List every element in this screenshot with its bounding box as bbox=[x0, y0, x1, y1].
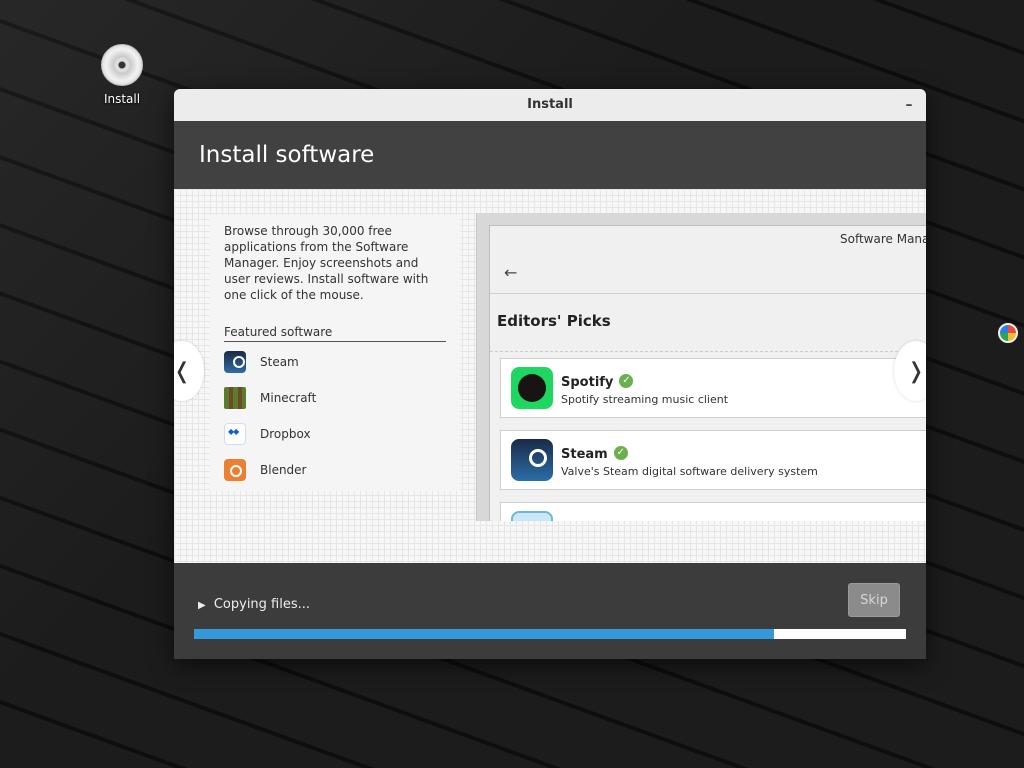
software-manager-window: Software Manager ← Editors' Picks Spotif… bbox=[489, 225, 926, 521]
previous-slide-button[interactable]: ❬ bbox=[174, 341, 204, 401]
progress-bar bbox=[194, 629, 906, 639]
status-row[interactable]: ▶ Copying files... bbox=[198, 597, 310, 612]
slide-description: Browse through 30,000 free applications … bbox=[224, 224, 429, 302]
installer-window: Install – Install software Browse throug… bbox=[174, 89, 926, 659]
progress-fill bbox=[194, 629, 775, 639]
desktop-install-icon[interactable]: Install bbox=[96, 44, 148, 106]
featured-item-label: Steam bbox=[260, 355, 299, 369]
featured-list: Steam Minecraft Dropbox Blender bbox=[210, 344, 460, 488]
card-name: Spotify bbox=[561, 374, 614, 390]
blender-icon bbox=[224, 459, 246, 481]
minecraft-icon bbox=[224, 387, 246, 409]
dropbox-icon bbox=[224, 423, 246, 445]
skip-button[interactable]: Skip bbox=[848, 583, 900, 617]
featured-item-label: Blender bbox=[260, 463, 307, 477]
app-card-steam: Steam ✓ Valve's Steam digital software de… bbox=[500, 430, 926, 490]
app-card-partial bbox=[500, 502, 926, 521]
featured-item-dropbox: Dropbox bbox=[210, 416, 460, 452]
preview-window-title: Software Manager bbox=[840, 232, 926, 246]
spotify-icon bbox=[511, 367, 553, 409]
page-title: Install software bbox=[199, 142, 375, 168]
card-description: Valve's Steam digital software delivery … bbox=[561, 464, 818, 478]
desktop-icon-label: Install bbox=[103, 92, 141, 106]
status-text: Copying files... bbox=[213, 597, 311, 612]
slideshow: Browse through 30,000 free applications … bbox=[174, 189, 926, 563]
back-arrow-icon: ← bbox=[504, 263, 518, 282]
featured-item-minecraft: Minecraft bbox=[210, 380, 460, 416]
check-icon: ✓ bbox=[619, 374, 634, 388]
title-bar[interactable]: Install – bbox=[174, 89, 926, 121]
tray-indicator-icon[interactable] bbox=[998, 323, 1018, 343]
slide-info-panel: Browse through 30,000 free applications … bbox=[210, 215, 460, 491]
steam-icon bbox=[511, 439, 553, 481]
app-card-spotify: Spotify ✓ Spotify streaming music client bbox=[500, 358, 926, 418]
featured-item-blender: Blender bbox=[210, 452, 460, 488]
install-progress-footer: ▶ Copying files... Skip bbox=[174, 563, 926, 659]
expand-arrow-icon[interactable]: ▶ bbox=[198, 600, 206, 611]
page-header: Install software bbox=[174, 121, 926, 189]
card-name: Steam bbox=[561, 446, 608, 462]
window-title: Install bbox=[527, 97, 573, 112]
app-icon bbox=[511, 511, 553, 521]
card-description: Spotify streaming music client bbox=[561, 392, 729, 406]
featured-item-steam: Steam bbox=[210, 344, 460, 380]
check-icon: ✓ bbox=[613, 446, 628, 460]
steam-icon bbox=[224, 351, 246, 373]
minimize-button[interactable]: – bbox=[902, 89, 916, 121]
disc-icon bbox=[101, 44, 143, 86]
screenshot-preview: Software Manager ← Editors' Picks Spotif… bbox=[476, 213, 926, 521]
preview-toolbar: ← bbox=[490, 252, 926, 294]
editors-picks-heading: Editors' Picks bbox=[490, 294, 926, 352]
featured-heading: Featured software bbox=[224, 325, 446, 342]
featured-item-label: Dropbox bbox=[260, 427, 311, 441]
featured-item-label: Minecraft bbox=[260, 391, 317, 405]
